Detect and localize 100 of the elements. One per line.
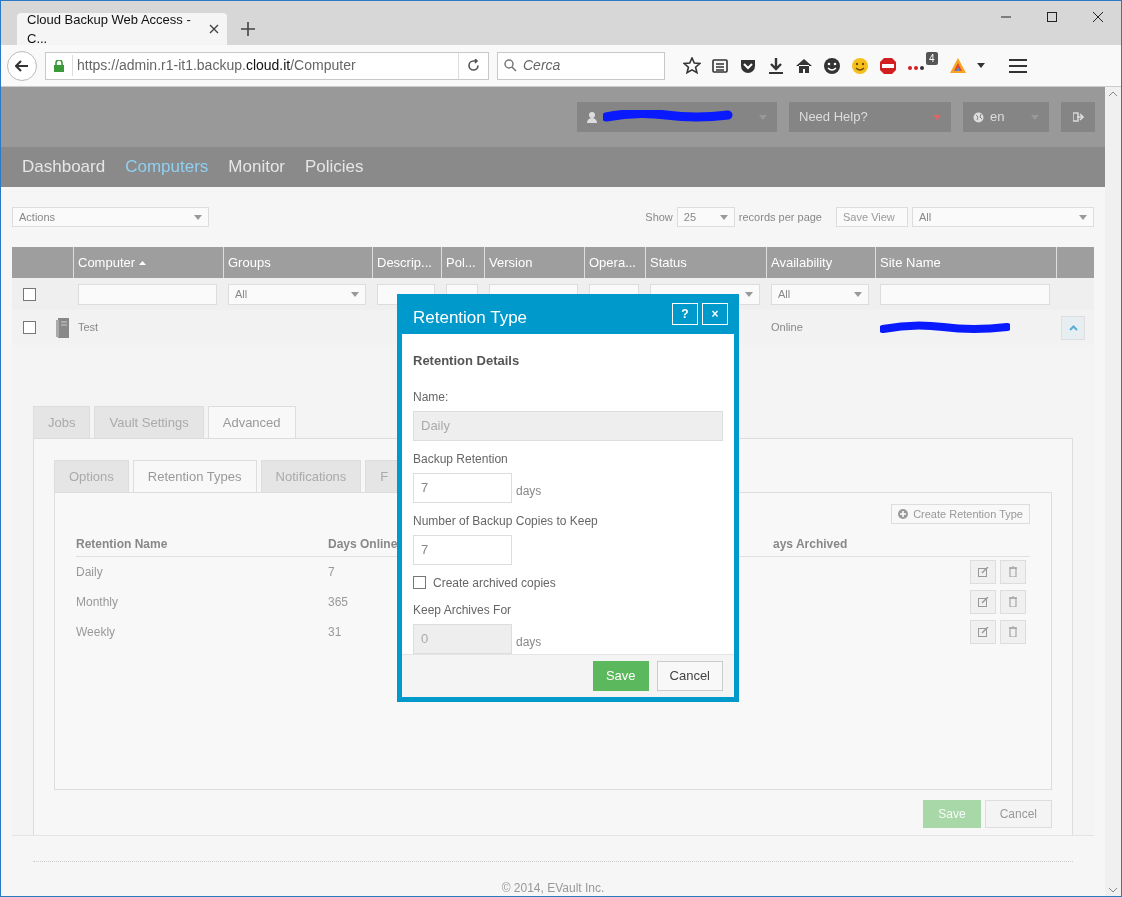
- checkbox[interactable]: [413, 576, 426, 590]
- number-field[interactable]: 7: [413, 472, 512, 503]
- close-icon[interactable]: [209, 24, 219, 34]
- user-dropdown[interactable]: [577, 102, 777, 132]
- stop-sign-icon[interactable]: [879, 56, 897, 75]
- edit-icon: [977, 627, 989, 638]
- menu-icon[interactable]: [1009, 58, 1027, 73]
- tab[interactable]: Advanced: [207, 406, 296, 438]
- column-header[interactable]: Descrip...: [377, 252, 432, 273]
- checkbox[interactable]: [23, 321, 36, 334]
- help-dropdown[interactable]: Need Help?: [789, 102, 951, 132]
- unit-label: days: [516, 482, 542, 500]
- column-header[interactable]: Availability: [771, 252, 833, 273]
- nav-link[interactable]: Dashboard: [22, 154, 106, 180]
- triangle-logo-icon[interactable]: [949, 56, 967, 75]
- nav-link[interactable]: Computers: [125, 154, 209, 180]
- nav-link[interactable]: Policies: [305, 154, 364, 180]
- create-button[interactable]: Create Retention Type: [891, 504, 1030, 524]
- download-icon[interactable]: [767, 56, 785, 75]
- reload-icon[interactable]: [467, 59, 480, 72]
- tab[interactable]: Notifications: [260, 460, 362, 492]
- field-label: Number of Backup Copies to Keep: [413, 512, 599, 530]
- save-button[interactable]: Save: [592, 660, 649, 691]
- table-cell-text: Weekly: [76, 624, 116, 641]
- computer-name[interactable]: Test: [78, 319, 99, 336]
- language-dropdown[interactable]: en: [963, 102, 1049, 132]
- table-cell-text: 7: [328, 564, 335, 581]
- number-field: 0: [413, 623, 512, 654]
- field-label: Name:: [413, 388, 450, 406]
- caret-icon[interactable]: [977, 63, 985, 68]
- table-cell-text: 365: [328, 594, 349, 611]
- save-view-button: Save View: [836, 207, 908, 227]
- page-size-dropdown[interactable]: 25: [676, 207, 735, 227]
- filter-field[interactable]: [78, 283, 217, 305]
- scrollbar[interactable]: [1105, 87, 1121, 896]
- actions-dropdown[interactable]: Actions: [12, 207, 209, 227]
- column-header[interactable]: Status: [650, 252, 687, 273]
- column-header[interactable]: Version: [489, 252, 533, 273]
- checkbox[interactable]: [23, 287, 36, 301]
- trash-icon: [1009, 626, 1017, 638]
- caret-icon: [854, 291, 862, 297]
- field-label: Backup Retention: [413, 450, 509, 468]
- edit-button[interactable]: [970, 620, 996, 645]
- reading-list-icon[interactable]: [711, 56, 729, 75]
- help-button[interactable]: ?: [672, 303, 698, 325]
- close-icon[interactable]: [1093, 12, 1103, 22]
- footer-text: © 2014, EVault Inc.: [33, 861, 1073, 896]
- caret-icon: [719, 214, 728, 220]
- tab[interactable]: Jobs: [33, 406, 91, 438]
- scroll-down-icon: [1109, 888, 1117, 893]
- table-cell-text: Monthly: [76, 594, 119, 611]
- edit-button[interactable]: [970, 560, 996, 585]
- filter-field[interactable]: [880, 283, 1050, 305]
- caret-icon: [194, 214, 202, 220]
- section-heading: Retention Details: [413, 352, 521, 371]
- sort-up-icon[interactable]: [139, 260, 147, 265]
- view-dropdown[interactable]: All: [912, 207, 1094, 227]
- column-header[interactable]: Pol...: [446, 252, 476, 273]
- edit-icon: [977, 597, 989, 608]
- column-header[interactable]: Site Name: [880, 252, 941, 273]
- url-text: https://admin.r1-it1.backup.cloud.it/Computer: [72, 55, 458, 76]
- cancel-button[interactable]: Cancel: [984, 800, 1052, 828]
- trash-icon: [1009, 566, 1017, 578]
- home-icon[interactable]: [795, 56, 813, 75]
- search-field[interactable]: Cerca: [497, 51, 665, 80]
- caret-icon: [745, 291, 753, 297]
- tab-title: Cloud Backup Web Access - C...: [27, 10, 192, 48]
- maximize-icon[interactable]: [1047, 12, 1057, 22]
- user-icon: [587, 111, 597, 123]
- server-icon: [55, 317, 71, 338]
- filter-dropdown[interactable]: All: [228, 283, 366, 305]
- tab[interactable]: Options: [54, 460, 129, 492]
- scroll-up-icon: [1109, 91, 1117, 96]
- checkbox-label[interactable]: Create archived copies: [433, 573, 556, 592]
- caret-icon: [1079, 214, 1087, 220]
- column-header[interactable]: Opera...: [589, 252, 636, 273]
- column-header: Retention Name: [76, 536, 168, 553]
- edit-button[interactable]: [970, 590, 996, 615]
- star-icon[interactable]: [683, 56, 701, 75]
- back-button[interactable]: [7, 50, 37, 81]
- field-label: Keep Archives For: [413, 601, 513, 619]
- number-field[interactable]: 7: [413, 534, 512, 565]
- search-icon: [504, 59, 517, 72]
- tab[interactable]: Retention Types: [132, 460, 257, 492]
- column-header[interactable]: Computer: [78, 252, 136, 273]
- column-header[interactable]: Groups: [228, 252, 271, 273]
- address-bar[interactable]: https://admin.r1-it1.backup.cloud.it/Computer: [45, 51, 489, 80]
- unit-label: days: [516, 633, 542, 651]
- cancel-button[interactable]: Cancel: [656, 660, 723, 691]
- close-button[interactable]: ×: [702, 303, 728, 325]
- name-field: Daily: [413, 410, 723, 441]
- new-tab-icon[interactable]: [241, 22, 255, 36]
- browser-tab[interactable]: Cloud Backup Web Access - C...: [17, 13, 227, 45]
- table-cell-text: Daily: [76, 564, 103, 581]
- nav-link[interactable]: Monitor: [228, 154, 285, 180]
- save-button: Save: [923, 800, 981, 828]
- smiley-icon[interactable]: [823, 56, 841, 75]
- filter-dropdown[interactable]: All: [771, 283, 869, 305]
- emoji-icon[interactable]: [851, 56, 869, 75]
- tab[interactable]: Vault Settings: [94, 406, 204, 438]
